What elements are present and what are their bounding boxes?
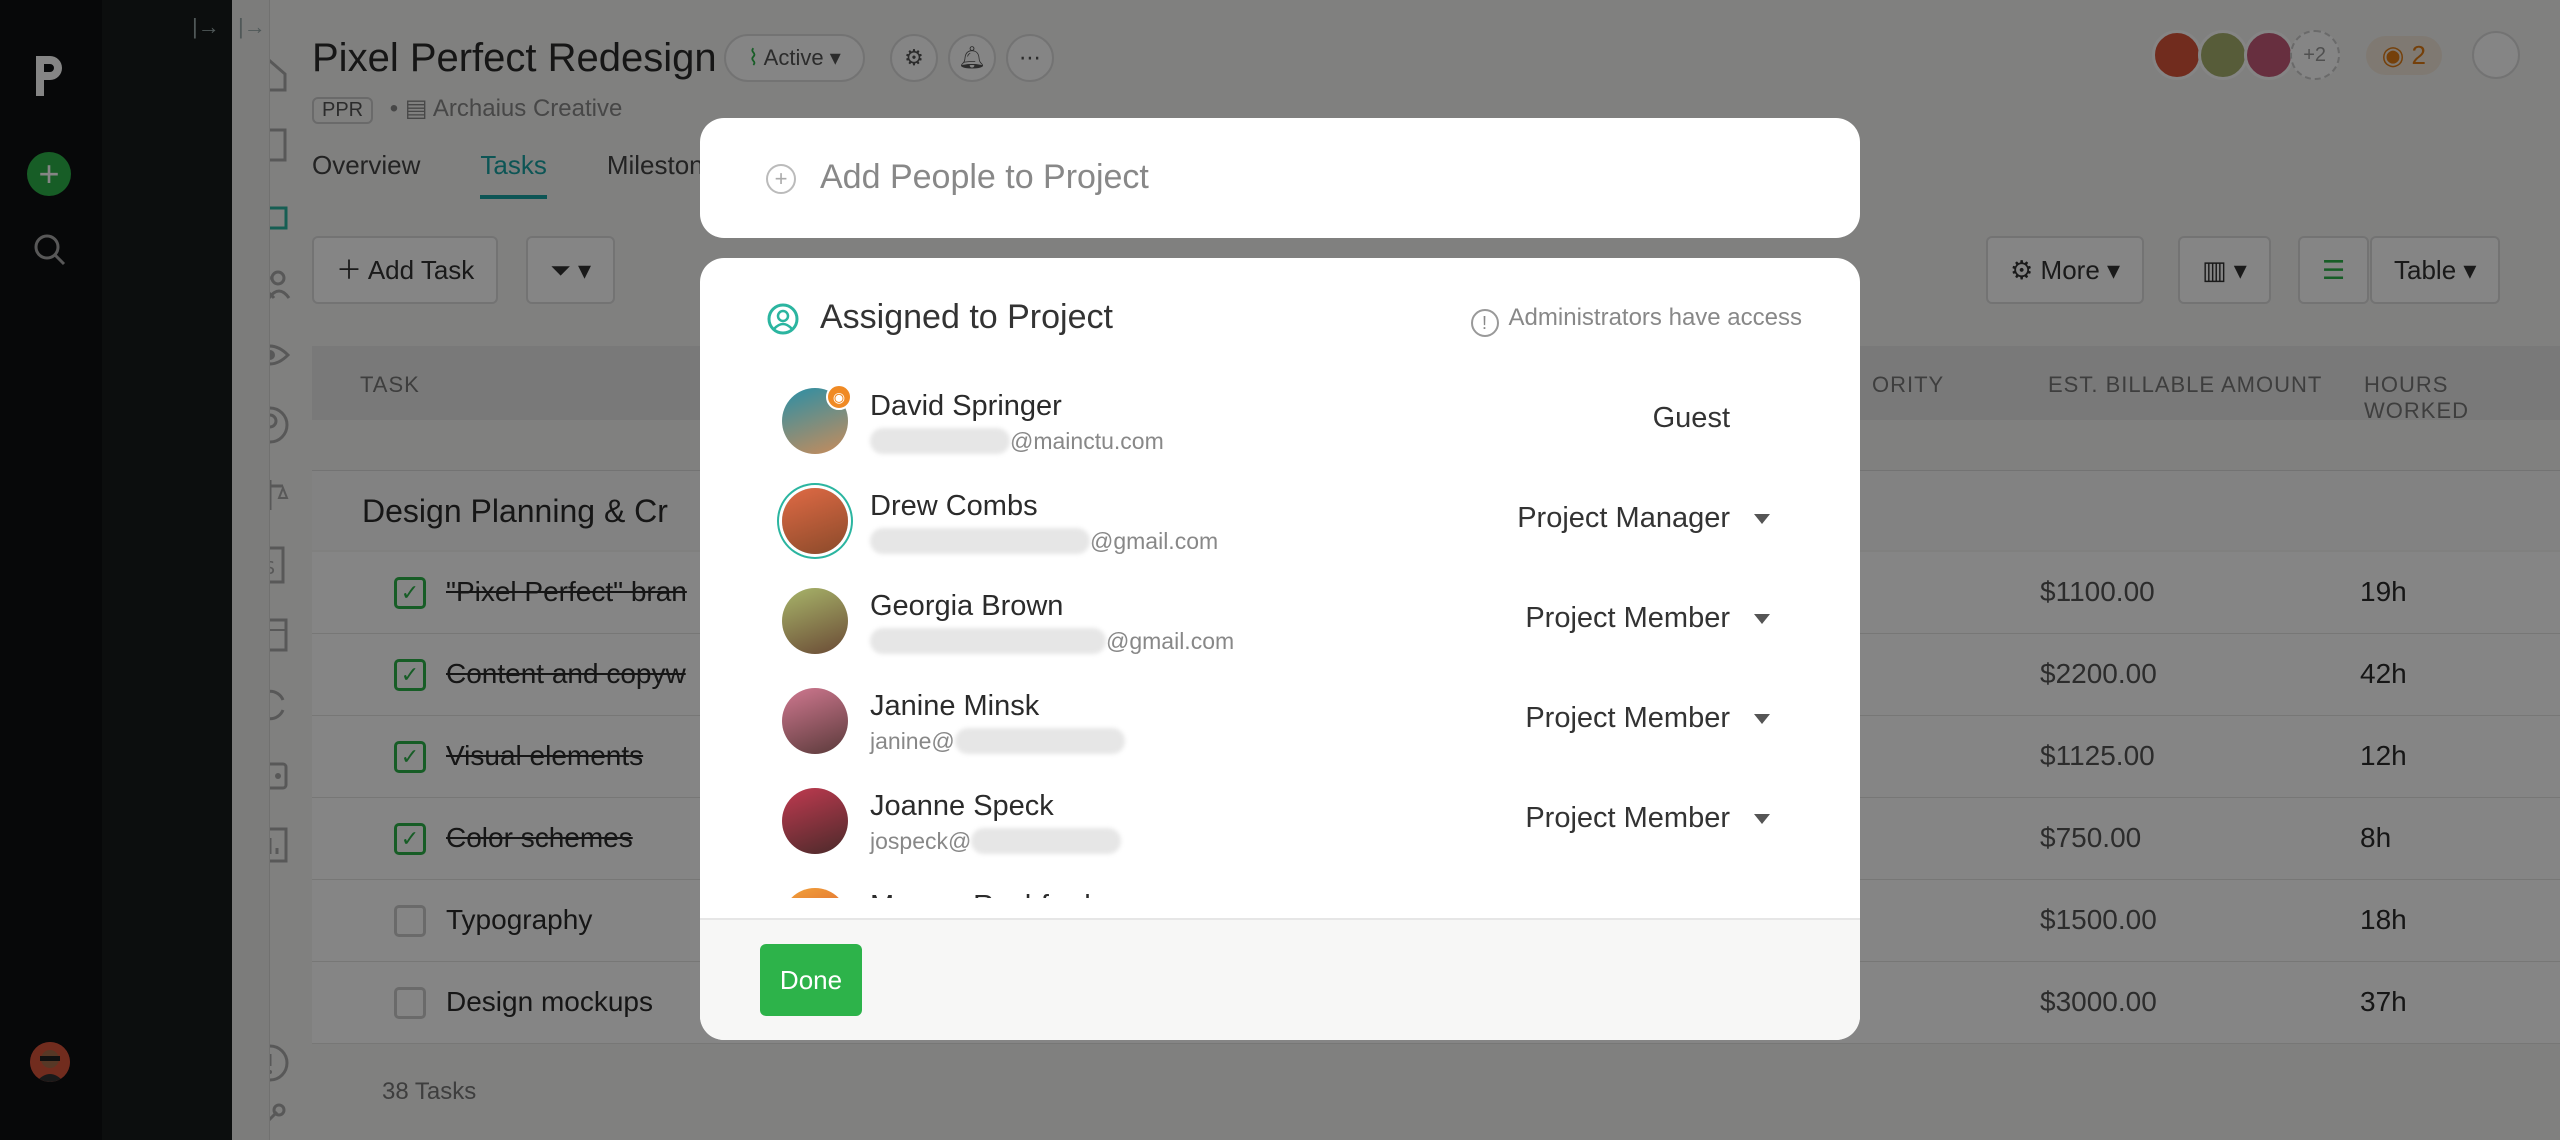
role-label: Guest <box>1652 402 1730 434</box>
avatar <box>782 488 848 554</box>
avatar <box>782 888 848 898</box>
list-item: Janine Minsk janine@ Project Member <box>700 678 1860 778</box>
role-select[interactable]: Project Member <box>1525 802 1730 835</box>
done-button[interactable]: Done <box>760 944 862 1016</box>
list-item: Joanne Speck jospeck@ Project Member <box>700 778 1860 878</box>
email: @gmail.com <box>870 528 1218 555</box>
add-people-input[interactable]: Add People to Project <box>820 158 1149 197</box>
avatar <box>782 788 848 854</box>
list-item: Marcus Rashford Project Member <box>700 878 1860 898</box>
list-item: ◉ David Springer @mainctu.com Guest <box>700 378 1860 478</box>
chevron-down-icon[interactable] <box>1754 714 1770 724</box>
role-select[interactable]: Project Manager <box>1517 502 1730 535</box>
chevron-down-icon[interactable] <box>1754 814 1770 824</box>
modal-footer: Done <box>700 918 1860 1040</box>
add-circle-icon: + <box>766 164 796 194</box>
people-list: ◉ David Springer @mainctu.com Guest Drew… <box>700 378 1860 898</box>
assigned-people-panel: Assigned to Project ! Administrators have… <box>700 258 1860 1040</box>
add-people-search[interactable]: + Add People to Project <box>700 118 1860 238</box>
assigned-title: Assigned to Project <box>820 298 1113 336</box>
list-item: Georgia Brown @gmail.com Project Member <box>700 578 1860 678</box>
user-circle-icon <box>766 302 800 336</box>
email: @mainctu.com <box>870 428 1164 455</box>
eye-icon: ◉ <box>826 384 852 410</box>
email: janine@ <box>870 728 1125 755</box>
role-select[interactable]: Project Member <box>1525 702 1730 735</box>
role-select[interactable]: Project Member <box>1525 602 1730 635</box>
avatar <box>782 688 848 754</box>
exclamation-icon: ! <box>1470 309 1499 337</box>
list-item: Drew Combs @gmail.com Project Manager <box>700 478 1860 578</box>
email: @gmail.com <box>870 628 1234 655</box>
admin-access-note: ! Administrators have access <box>1470 304 1802 337</box>
chevron-down-icon[interactable] <box>1754 614 1770 624</box>
avatar <box>782 588 848 654</box>
email: jospeck@ <box>870 828 1122 855</box>
chevron-down-icon[interactable] <box>1754 514 1770 524</box>
